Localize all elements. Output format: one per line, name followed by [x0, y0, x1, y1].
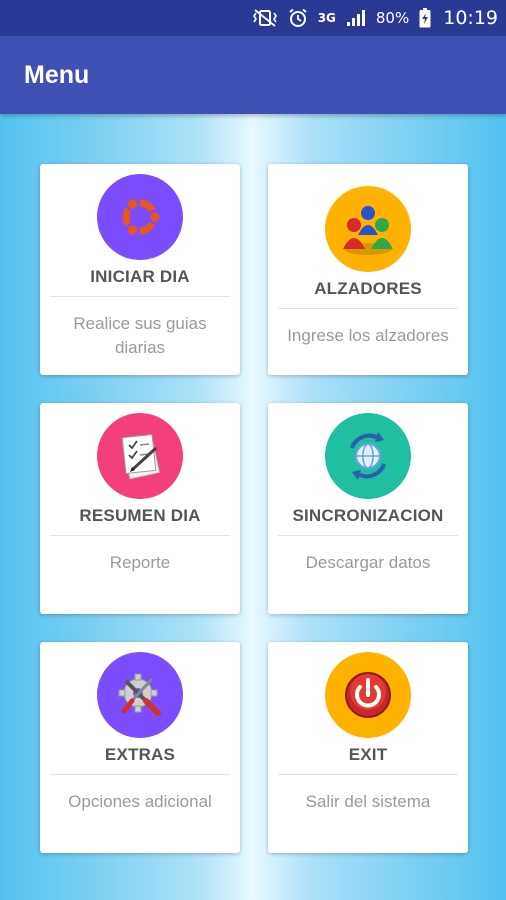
divider [278, 535, 458, 536]
card-title: INICIAR DIA [90, 267, 190, 286]
card-title: ALZADORES [314, 279, 422, 298]
card-subtitle: Reporte [109, 553, 171, 572]
battery-charging-icon [419, 8, 431, 28]
divider [50, 774, 230, 775]
menu-card-extras[interactable]: EXTRAS Opciones adicional [40, 642, 240, 853]
gear-tools-icon [97, 652, 183, 738]
network-type: 3G [317, 11, 336, 25]
divider [278, 774, 458, 775]
checklist-paper-icon [97, 413, 183, 499]
card-subtitle: Salir del sistema [305, 792, 431, 811]
divider [278, 308, 458, 309]
menu-card-resumen-dia[interactable]: RESUMEN DIA Reporte [40, 403, 240, 614]
card-title: SINCRONIZACION [292, 506, 444, 525]
card-subtitle: Realice sus guias diarias [73, 314, 207, 357]
card-title: EXIT [348, 745, 388, 764]
card-subtitle: Ingrese los alzadores [287, 326, 449, 345]
signal-icon [346, 9, 366, 27]
menu-card-exit[interactable]: EXIT Salir del sistema [268, 642, 468, 853]
clock: 10:19 [443, 7, 498, 29]
alarm-clock-icon [288, 8, 308, 28]
card-title: RESUMEN DIA [79, 506, 201, 525]
card-subtitle: Descargar datos [305, 553, 431, 572]
card-title: EXTRAS [104, 745, 176, 764]
ubuntu-logo-icon [97, 174, 183, 260]
menu-card-alzadores[interactable]: ALZADORES Ingrese los alzadores [268, 164, 468, 375]
battery-percent: 80% [375, 9, 410, 27]
page-title: Menu [24, 60, 90, 89]
people-group-icon [325, 186, 411, 272]
globe-sync-icon [325, 413, 411, 499]
power-icon [325, 652, 411, 738]
menu-card-sincronizacion[interactable]: SINCRONIZACION Descargar datos [268, 403, 468, 614]
app-bar: Menu [0, 36, 506, 114]
status-bar: 3G 80% 10:19 [0, 0, 506, 36]
divider [50, 296, 230, 297]
menu-card-iniciar-dia[interactable]: INICIAR DIA Realice sus guias diarias [40, 164, 240, 375]
vibrate-icon [252, 9, 278, 27]
divider [50, 535, 230, 536]
card-subtitle: Opciones adicional [68, 792, 212, 811]
